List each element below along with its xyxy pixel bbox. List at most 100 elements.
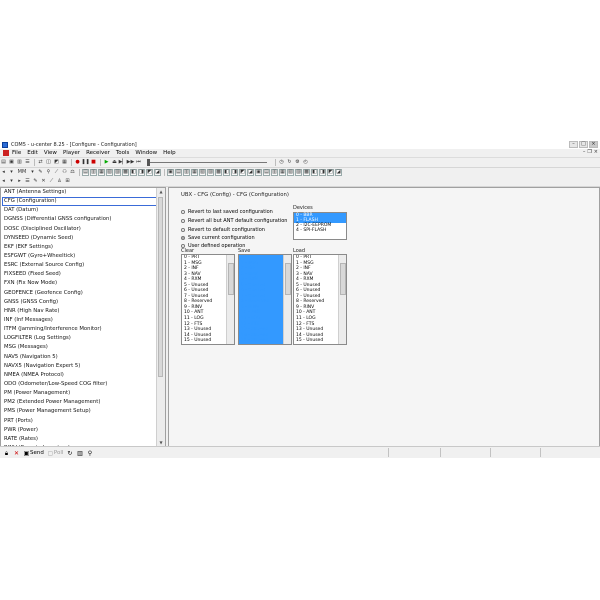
message-label[interactable]: MM	[16, 169, 28, 176]
section-item[interactable]: 15 - Unused	[182, 338, 228, 344]
mdi-restore-icon[interactable]: ❐	[587, 149, 591, 155]
maximize-button[interactable]: □	[579, 141, 588, 148]
cancel-icon[interactable]: ✕	[13, 450, 20, 457]
message-item[interactable]: RATE (Rates)	[2, 435, 157, 444]
menu-player[interactable]: Player	[63, 150, 80, 156]
message-item[interactable]: EKF (EKF Settings)	[2, 243, 157, 252]
view-icon-32[interactable]: ◪	[335, 169, 342, 176]
play-icon[interactable]: ▶	[103, 159, 110, 166]
chart-icon[interactable]: ⟋	[53, 169, 60, 176]
option-revert-saved[interactable]: Revert to last saved configuration	[181, 209, 273, 215]
list-view-icon[interactable]: ☰	[24, 178, 31, 185]
message-item[interactable]: NAVX5 (Navigation Expert 5)	[2, 362, 157, 371]
view-icon-27[interactable]: ▨	[295, 169, 302, 176]
eject-icon[interactable]: ⏏	[111, 159, 118, 166]
radio-icon[interactable]	[181, 228, 185, 232]
stats-icon[interactable]: ▥	[76, 450, 83, 457]
message-item[interactable]: PM2 (Extended Power Management)	[2, 398, 157, 407]
close-button[interactable]: ×	[589, 141, 598, 148]
message-item[interactable]: PM (Power Management)	[2, 389, 157, 398]
view-icon-18[interactable]: ◧	[223, 169, 230, 176]
graph-icon[interactable]: ⟋	[48, 178, 55, 185]
clear-scrollbar[interactable]	[226, 255, 234, 344]
message-item[interactable]: GEOFENCE (Geofence Config)	[2, 289, 157, 298]
message-item[interactable]: PRT (Ports)	[2, 417, 157, 426]
device-item[interactable]: 4 - SPI-FLASH	[294, 228, 346, 233]
menu-help[interactable]: Help	[163, 150, 176, 156]
option-save-current[interactable]: Save current configuration	[181, 235, 255, 241]
print-icon[interactable]: ▥	[16, 159, 23, 166]
menu-receiver[interactable]: Receiver	[86, 150, 110, 156]
view-icon-5[interactable]: ▨	[114, 169, 121, 176]
dropdown-icon-2[interactable]: ▾	[29, 169, 36, 176]
menu-window[interactable]: Window	[135, 150, 157, 156]
person-icon[interactable]: ♙	[56, 178, 63, 185]
clear-listbox[interactable]: 0 - PRT 1 - MSG 2 - INF 3 - NAV 4 - RXM 5 - U…	[181, 254, 235, 345]
option-revert-default[interactable]: Revert to default configuration	[181, 227, 265, 233]
view-icon-11[interactable]: ▣	[167, 169, 174, 176]
view-icon-1[interactable]: ▤	[82, 169, 89, 176]
arrow-right-icon[interactable]: ▸	[16, 178, 23, 185]
message-item[interactable]: DGNSS (Differential GNSS configuration)	[2, 215, 157, 224]
view-icon-19[interactable]: ◨	[231, 169, 238, 176]
section-item[interactable]: 15 - Unused	[239, 338, 285, 344]
view-icon-25[interactable]: ▦	[279, 169, 286, 176]
poll-button[interactable]: ▢ Poll	[47, 450, 64, 457]
message-item[interactable]: CFG (Configuration)	[2, 197, 157, 207]
scroll-up-icon[interactable]: ▲	[157, 188, 165, 196]
message-item[interactable]: NMEA (NMEA Protocol)	[2, 371, 157, 380]
message-item[interactable]: HNR (High Nav Rate)	[2, 307, 157, 316]
view-icon-10[interactable]: ◪	[154, 169, 161, 176]
menu-file[interactable]: File	[12, 150, 21, 156]
devices-list[interactable]: 0 - BBR 1 - FLASH 2 - I2C-EEPROM 4 - SPI-FL…	[293, 212, 347, 240]
view-icon-6[interactable]: ▩	[122, 169, 129, 176]
view-icon-20[interactable]: ◩	[239, 169, 246, 176]
autobaud-icon[interactable]: ◩	[53, 159, 60, 166]
view-icon-17[interactable]: ▩	[215, 169, 222, 176]
step-forward-icon[interactable]: ▶▏	[119, 159, 127, 166]
radio-icon[interactable]	[181, 219, 185, 223]
message-item[interactable]: LOGFILTER (Log Settings)	[2, 334, 157, 343]
save-listbox[interactable]: 0 - PRT 1 - MSG 2 - INF 3 - NAV 4 - RXM 5 - U…	[238, 254, 292, 345]
section-item[interactable]: 15 - Unused	[294, 338, 340, 344]
loop-icon[interactable]: ↻	[286, 159, 293, 166]
menu-view[interactable]: View	[44, 150, 57, 156]
message-item[interactable]: DAT (Datum)	[2, 206, 157, 215]
clock-icon[interactable]: ◴	[302, 159, 309, 166]
view-icon-16[interactable]: ▨	[207, 169, 214, 176]
menu-tools[interactable]: Tools	[116, 150, 130, 156]
view-icon-2[interactable]: ▥	[90, 169, 97, 176]
load-scrollbar[interactable]	[338, 255, 346, 344]
stop-icon[interactable]: ■	[90, 159, 97, 166]
arrow-down-icon[interactable]: ▾	[8, 178, 15, 185]
view-icon-24[interactable]: ▥	[271, 169, 278, 176]
view-icon-14[interactable]: ▦	[191, 169, 198, 176]
message-item[interactable]: ANT (Antenna Settings)	[2, 188, 157, 197]
scroll-thumb[interactable]	[158, 197, 163, 377]
pin-icon[interactable]: ⚲	[86, 450, 93, 457]
view-icon-3[interactable]: ▦	[98, 169, 105, 176]
message-item[interactable]: ESFGWT (Gyro+Wheeltick)	[2, 252, 157, 261]
message-item[interactable]: PWR (Power)	[2, 426, 157, 435]
lock-icon[interactable]: 🔒︎	[3, 450, 10, 457]
port-icon[interactable]: ▦	[61, 159, 68, 166]
save-scrollbar[interactable]	[283, 255, 291, 344]
skip-back-icon[interactable]: ⏮	[135, 159, 142, 166]
view-icon-15[interactable]: ▧	[199, 169, 206, 176]
view-icon-12[interactable]: ▤	[175, 169, 182, 176]
message-item[interactable]: DOSC (Disciplined Oscillator)	[2, 225, 157, 234]
scale-icon[interactable]: ⚖	[69, 169, 76, 176]
view-icon-22[interactable]: ▣	[255, 169, 262, 176]
tools-icon[interactable]: ✎	[37, 169, 44, 176]
view-icon-29[interactable]: ◧	[311, 169, 318, 176]
menu-edit[interactable]: Edit	[27, 150, 38, 156]
view-icon-4[interactable]: ▧	[106, 169, 113, 176]
grid-icon[interactable]: ⊞	[64, 178, 71, 185]
antenna-icon[interactable]: ⚇	[61, 169, 68, 176]
message-item[interactable]: FIXSEED (Fixed Seed)	[2, 270, 157, 279]
fast-forward-icon[interactable]: ▶▶	[127, 159, 135, 166]
view-icon-31[interactable]: ◩	[327, 169, 334, 176]
filter-icon[interactable]: ⚲	[45, 169, 52, 176]
send-button[interactable]: ▣ Send	[23, 450, 44, 457]
message-item[interactable]: GNSS (GNSS Config)	[2, 298, 157, 307]
